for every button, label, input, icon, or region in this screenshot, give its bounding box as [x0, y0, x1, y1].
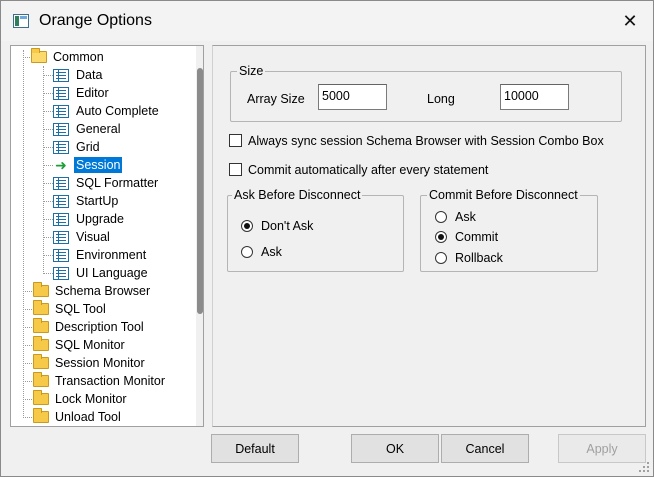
- window-title: Orange Options: [39, 12, 152, 29]
- doc-icon: [53, 140, 69, 154]
- tree-item-ui-language[interactable]: UI Language: [53, 264, 150, 282]
- always-sync-checkbox[interactable]: [229, 134, 242, 147]
- tree-scrollbar[interactable]: [196, 46, 203, 426]
- title-bar: Orange Options ✕: [1, 1, 653, 41]
- dont-ask-radio[interactable]: [241, 220, 253, 232]
- tree-item-unload-tool[interactable]: Unload Tool: [33, 408, 123, 426]
- array-size-input[interactable]: 5000: [318, 84, 387, 110]
- commit-before-disconnect-title: Commit Before Disconnect: [427, 188, 580, 202]
- commit-auto-label: Commit automatically after every stateme…: [248, 163, 489, 177]
- folder-open-icon: [31, 48, 47, 63]
- ask-radio[interactable]: [241, 246, 253, 258]
- default-button[interactable]: Default: [211, 434, 299, 463]
- tree-item-schema-browser[interactable]: Schema Browser: [33, 282, 152, 300]
- long-input[interactable]: 10000: [500, 84, 569, 110]
- doc-icon: [53, 230, 69, 244]
- dont-ask-label: Don't Ask: [261, 219, 314, 233]
- commit-auto-checkbox[interactable]: [229, 163, 242, 176]
- session-settings-panel: Size Array Size 5000 Long 10000 Always s…: [212, 45, 646, 427]
- folder-icon: [33, 354, 49, 369]
- apply-button[interactable]: Apply: [558, 434, 646, 463]
- folder-icon: [33, 408, 49, 423]
- scrollbar-thumb[interactable]: [197, 68, 203, 314]
- doc-icon: [53, 122, 69, 136]
- tree-item-editor[interactable]: Editor: [53, 84, 111, 102]
- close-button[interactable]: ✕: [607, 1, 653, 41]
- tree-item-grid[interactable]: Grid: [53, 138, 102, 156]
- doc-icon: [53, 194, 69, 208]
- tree-item-general[interactable]: General: [53, 120, 122, 138]
- doc-icon: [53, 212, 69, 226]
- commit-label: Commit: [455, 230, 499, 244]
- options-tree[interactable]: Common Data Editor Auto Complete General…: [10, 45, 204, 427]
- tree-item-sql-formatter[interactable]: SQL Formatter: [53, 174, 160, 192]
- folder-icon: [33, 318, 49, 333]
- tree-item-description-tool[interactable]: Description Tool: [33, 318, 146, 336]
- arrow-right-icon: ➜: [55, 156, 67, 173]
- doc-icon: [53, 176, 69, 190]
- ask-label: Ask: [261, 245, 282, 259]
- tree-item-session[interactable]: ➜ Session: [53, 156, 123, 174]
- app-icon: [13, 14, 29, 28]
- array-size-label: Array Size: [247, 92, 305, 106]
- doc-icon: [53, 248, 69, 262]
- commit-radio[interactable]: [435, 231, 447, 243]
- tree-item-startup[interactable]: StartUp: [53, 192, 120, 210]
- doc-icon: [53, 104, 69, 118]
- cancel-button[interactable]: Cancel: [441, 434, 529, 463]
- doc-icon: [53, 266, 69, 280]
- tree-item-session-monitor[interactable]: Session Monitor: [33, 354, 147, 372]
- size-group-title: Size: [237, 64, 266, 78]
- tree-item-auto-complete[interactable]: Auto Complete: [53, 102, 161, 120]
- close-icon: ✕: [622, 10, 638, 31]
- options-dialog: Orange Options ✕ Common Data Editor Auto…: [0, 0, 654, 477]
- commit-ask-label: Ask: [455, 210, 476, 224]
- tree-item-upgrade[interactable]: Upgrade: [53, 210, 126, 228]
- tree-item-common[interactable]: Common: [31, 48, 106, 66]
- ask-before-disconnect-title: Ask Before Disconnect: [232, 188, 363, 202]
- doc-icon: [53, 86, 69, 100]
- folder-icon: [33, 390, 49, 405]
- tree-item-transaction-monitor[interactable]: Transaction Monitor: [33, 372, 167, 390]
- folder-icon: [33, 372, 49, 387]
- rollback-label: Rollback: [455, 251, 503, 265]
- tree-item-lock-monitor[interactable]: Lock Monitor: [33, 390, 129, 408]
- ask-before-disconnect-group: Ask Before Disconnect Don't Ask Ask: [227, 188, 404, 272]
- rollback-radio[interactable]: [435, 252, 447, 264]
- folder-icon: [33, 336, 49, 351]
- tree-item-visual[interactable]: Visual: [53, 228, 112, 246]
- long-label: Long: [427, 92, 455, 106]
- doc-icon: [53, 68, 69, 82]
- tree-item-data[interactable]: Data: [53, 66, 104, 84]
- always-sync-label: Always sync session Schema Browser with …: [248, 134, 604, 148]
- tree-item-sql-tool[interactable]: SQL Tool: [33, 300, 108, 318]
- folder-icon: [33, 282, 49, 297]
- commit-before-disconnect-group: Commit Before Disconnect Ask Commit Roll…: [420, 188, 598, 272]
- folder-icon: [33, 300, 49, 315]
- tree-item-sql-monitor[interactable]: SQL Monitor: [33, 336, 127, 354]
- resize-grip-icon[interactable]: [638, 461, 650, 473]
- commit-ask-radio[interactable]: [435, 211, 447, 223]
- tree-item-environment[interactable]: Environment: [53, 246, 148, 264]
- ok-button[interactable]: OK: [351, 434, 439, 463]
- size-group: Size Array Size 5000 Long 10000: [230, 64, 622, 122]
